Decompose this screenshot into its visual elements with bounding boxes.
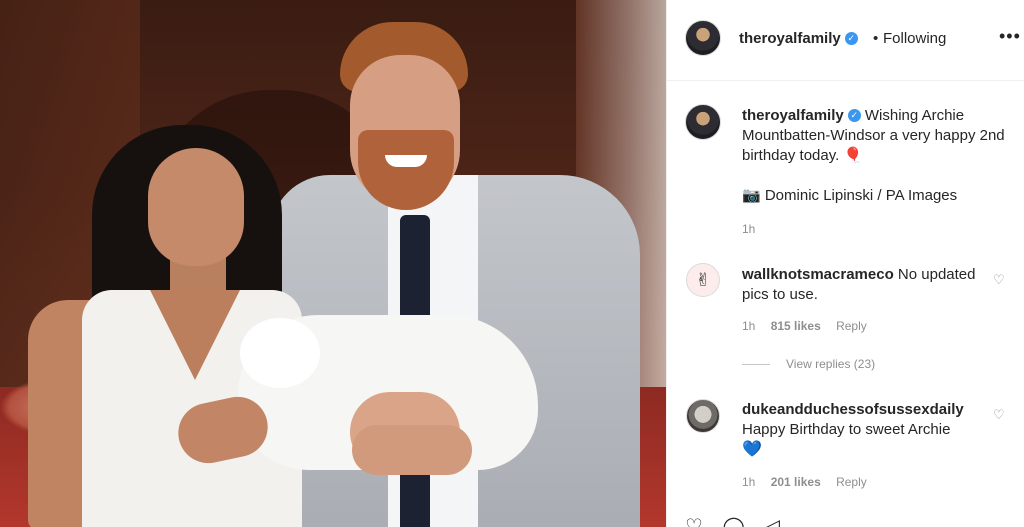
like-comment-heart-icon[interactable]: ♡ bbox=[993, 272, 1005, 288]
caption-avatar[interactable] bbox=[685, 104, 721, 140]
comment-time[interactable]: 1h bbox=[742, 475, 755, 489]
verified-badge-icon: ✓ bbox=[844, 31, 858, 45]
comment-avatar-sussexdaily[interactable] bbox=[686, 399, 720, 433]
reply-button[interactable]: Reply bbox=[836, 319, 867, 333]
like-heart-icon[interactable]: ♡ bbox=[685, 516, 703, 527]
post-side-panel: theroyalfamily ✓ • Following ••• theroyal… bbox=[666, 0, 1024, 527]
comment-sussexdaily: dukeandduchessofsussexdaily Happy Birthd… bbox=[742, 400, 987, 460]
profile-avatar[interactable] bbox=[685, 20, 721, 56]
comment-meta: 1h 201 likes Reply bbox=[742, 475, 879, 489]
photo-credit: 📷 Dominic Lipinski / PA Images bbox=[742, 187, 958, 204]
post-caption: theroyalfamily ✓ Wishing Archie Mountbatt… bbox=[742, 106, 1012, 166]
like-comment-heart-icon[interactable]: ♡ bbox=[993, 407, 1005, 423]
comment-meta: 1h 815 likes Reply bbox=[742, 319, 879, 333]
header-username[interactable]: theroyalfamily ✓ bbox=[739, 30, 858, 47]
header-username-text[interactable]: theroyalfamily bbox=[739, 30, 841, 47]
comment-username[interactable]: wallknotsmacrameco bbox=[742, 266, 894, 283]
comment-icon[interactable]: ◯ bbox=[723, 516, 745, 527]
caption-username[interactable]: theroyalfamily bbox=[742, 107, 844, 124]
comment-username[interactable]: dukeandduchessofsussexdaily bbox=[742, 401, 964, 418]
photo-man-smile bbox=[385, 155, 427, 167]
post-photo[interactable] bbox=[0, 0, 666, 527]
blue-heart-emoji: 💙 bbox=[742, 441, 762, 458]
post-actions: ♡ ◯ ◁ bbox=[685, 514, 794, 527]
view-replies-label[interactable]: View replies (23) bbox=[786, 357, 875, 371]
comment-likes[interactable]: 815 likes bbox=[771, 319, 821, 333]
header-separator: • bbox=[873, 30, 879, 47]
comment-avatar-wallknots[interactable]: ✌ bbox=[686, 263, 720, 297]
replies-divider bbox=[742, 364, 770, 366]
photo-man-hand-lower bbox=[352, 425, 472, 475]
share-icon[interactable]: ◁ bbox=[764, 516, 779, 527]
comment-text: Happy Birthday to sweet Archie bbox=[742, 421, 951, 438]
comment-time[interactable]: 1h bbox=[742, 319, 755, 333]
comment-likes[interactable]: 201 likes bbox=[771, 475, 821, 489]
photo-baby-head bbox=[240, 318, 320, 388]
caption-time[interactable]: 1h bbox=[742, 222, 755, 236]
caption-timestamp: 1h bbox=[742, 222, 767, 236]
photo-woman-neckline bbox=[150, 290, 240, 380]
caption-verified-icon: ✓ bbox=[847, 108, 861, 122]
more-options-icon[interactable]: ••• bbox=[999, 26, 1021, 47]
reply-button[interactable]: Reply bbox=[836, 475, 867, 489]
following-button[interactable]: Following bbox=[883, 30, 946, 47]
post-header: theroyalfamily ✓ • Following ••• bbox=[667, 0, 1024, 81]
photo-woman-face bbox=[148, 148, 244, 266]
comment-wallknots: wallknotsmacrameco No updated pics to us… bbox=[742, 265, 987, 305]
view-replies-button[interactable]: View replies (23) bbox=[742, 357, 875, 371]
